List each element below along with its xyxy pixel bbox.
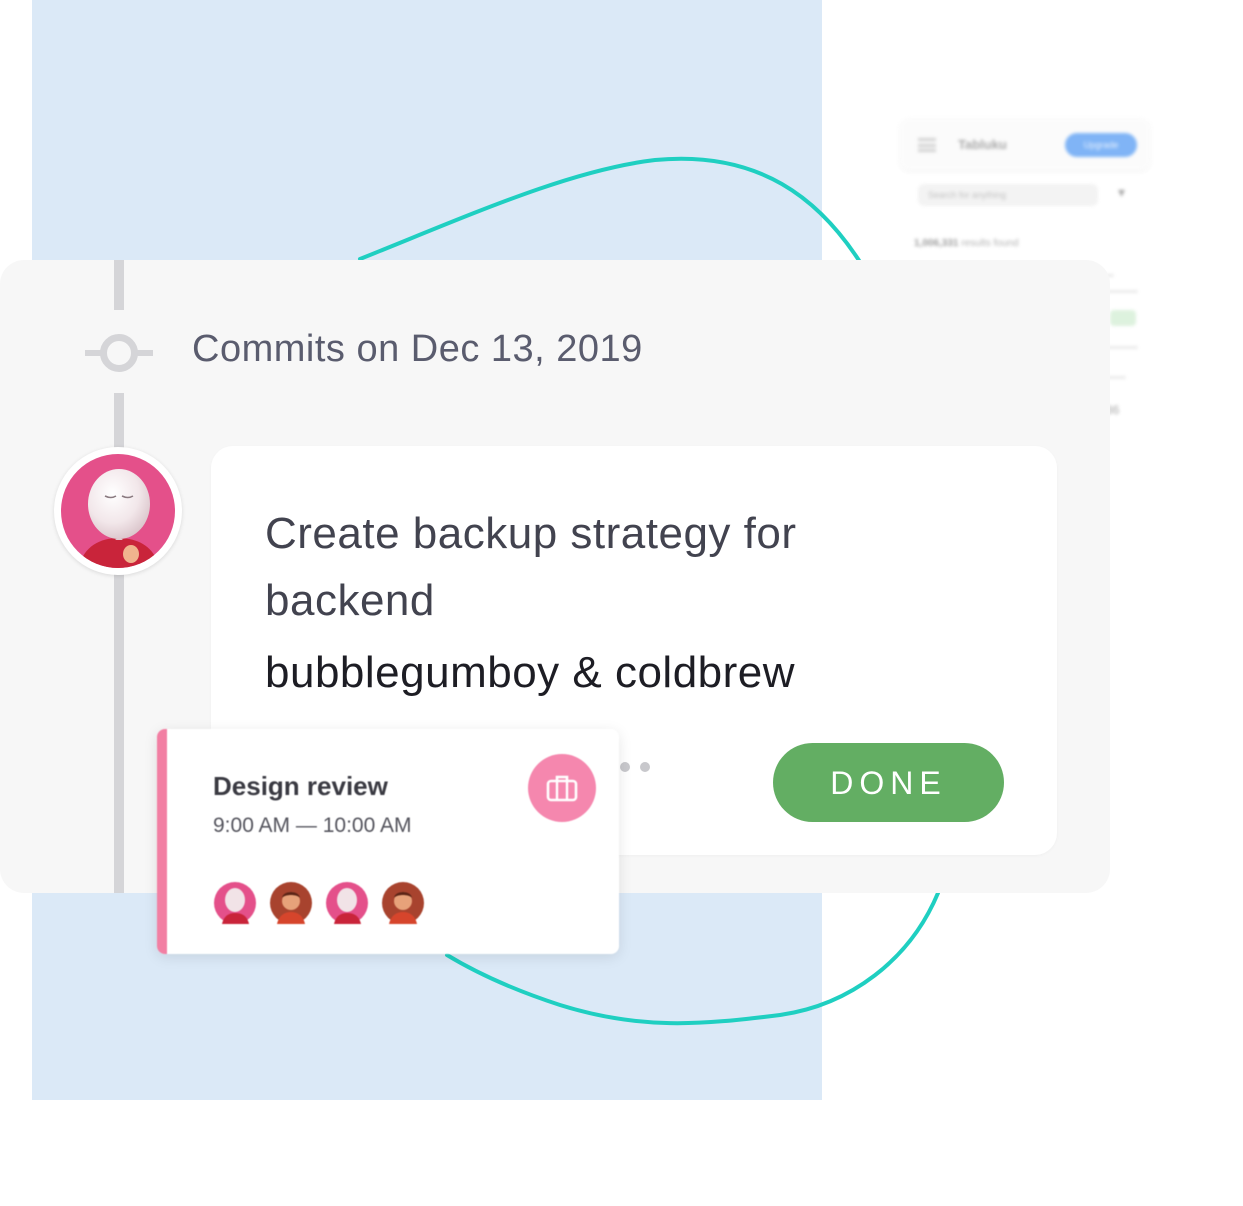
- commits-date-heading: Commits on Dec 13, 2019: [192, 328, 643, 370]
- attendee-avatar[interactable]: [211, 879, 259, 927]
- background-app-header: Tabluku Upgrade: [900, 118, 1150, 170]
- background-app-results: 1,006,331 results found: [914, 238, 1019, 249]
- background-app-search: Search for anything: [918, 184, 1098, 206]
- attendee-avatar[interactable]: [323, 879, 371, 927]
- menu-icon: [918, 138, 936, 152]
- timeline-tick-right: [137, 350, 153, 356]
- more-dots-icon[interactable]: [620, 762, 654, 772]
- background-app-title: Tabluku: [958, 137, 1007, 152]
- event-category-badge: [528, 754, 596, 822]
- results-label: results found: [961, 238, 1019, 249]
- attendee-avatar[interactable]: [267, 879, 315, 927]
- commit-authors: bubblegumboy & coldbrew: [265, 648, 796, 697]
- attendee-avatar[interactable]: [379, 879, 427, 927]
- pink-balloon-avatar-icon: [214, 882, 256, 924]
- pink-balloon-avatar-icon: [326, 882, 368, 924]
- timeline-line-top: [114, 260, 124, 310]
- timeline-tick-left: [85, 350, 101, 356]
- author-avatar[interactable]: [54, 447, 182, 575]
- red-avatar-icon: [382, 882, 424, 924]
- briefcase-icon: [546, 775, 578, 802]
- background-app-pill: Upgrade: [1065, 133, 1137, 157]
- commit-title: Create backup strategy for backend: [265, 509, 797, 625]
- results-count: 1,006,331: [914, 238, 959, 249]
- done-button[interactable]: DONE: [773, 743, 1004, 822]
- event-time: 9:00 AM — 10:00 AM: [213, 814, 412, 837]
- event-card[interactable]: Design review 9:00 AM — 10:00 AM: [157, 729, 619, 954]
- background-status-badge: [1110, 310, 1136, 326]
- event-accent-bar: [157, 729, 167, 954]
- commit-node-icon: [100, 334, 138, 372]
- event-title: Design review: [213, 771, 388, 801]
- balloon-avatar-icon: [61, 454, 175, 568]
- red-avatar-icon: [270, 882, 312, 924]
- chevron-down-icon: ▾: [1118, 184, 1126, 200]
